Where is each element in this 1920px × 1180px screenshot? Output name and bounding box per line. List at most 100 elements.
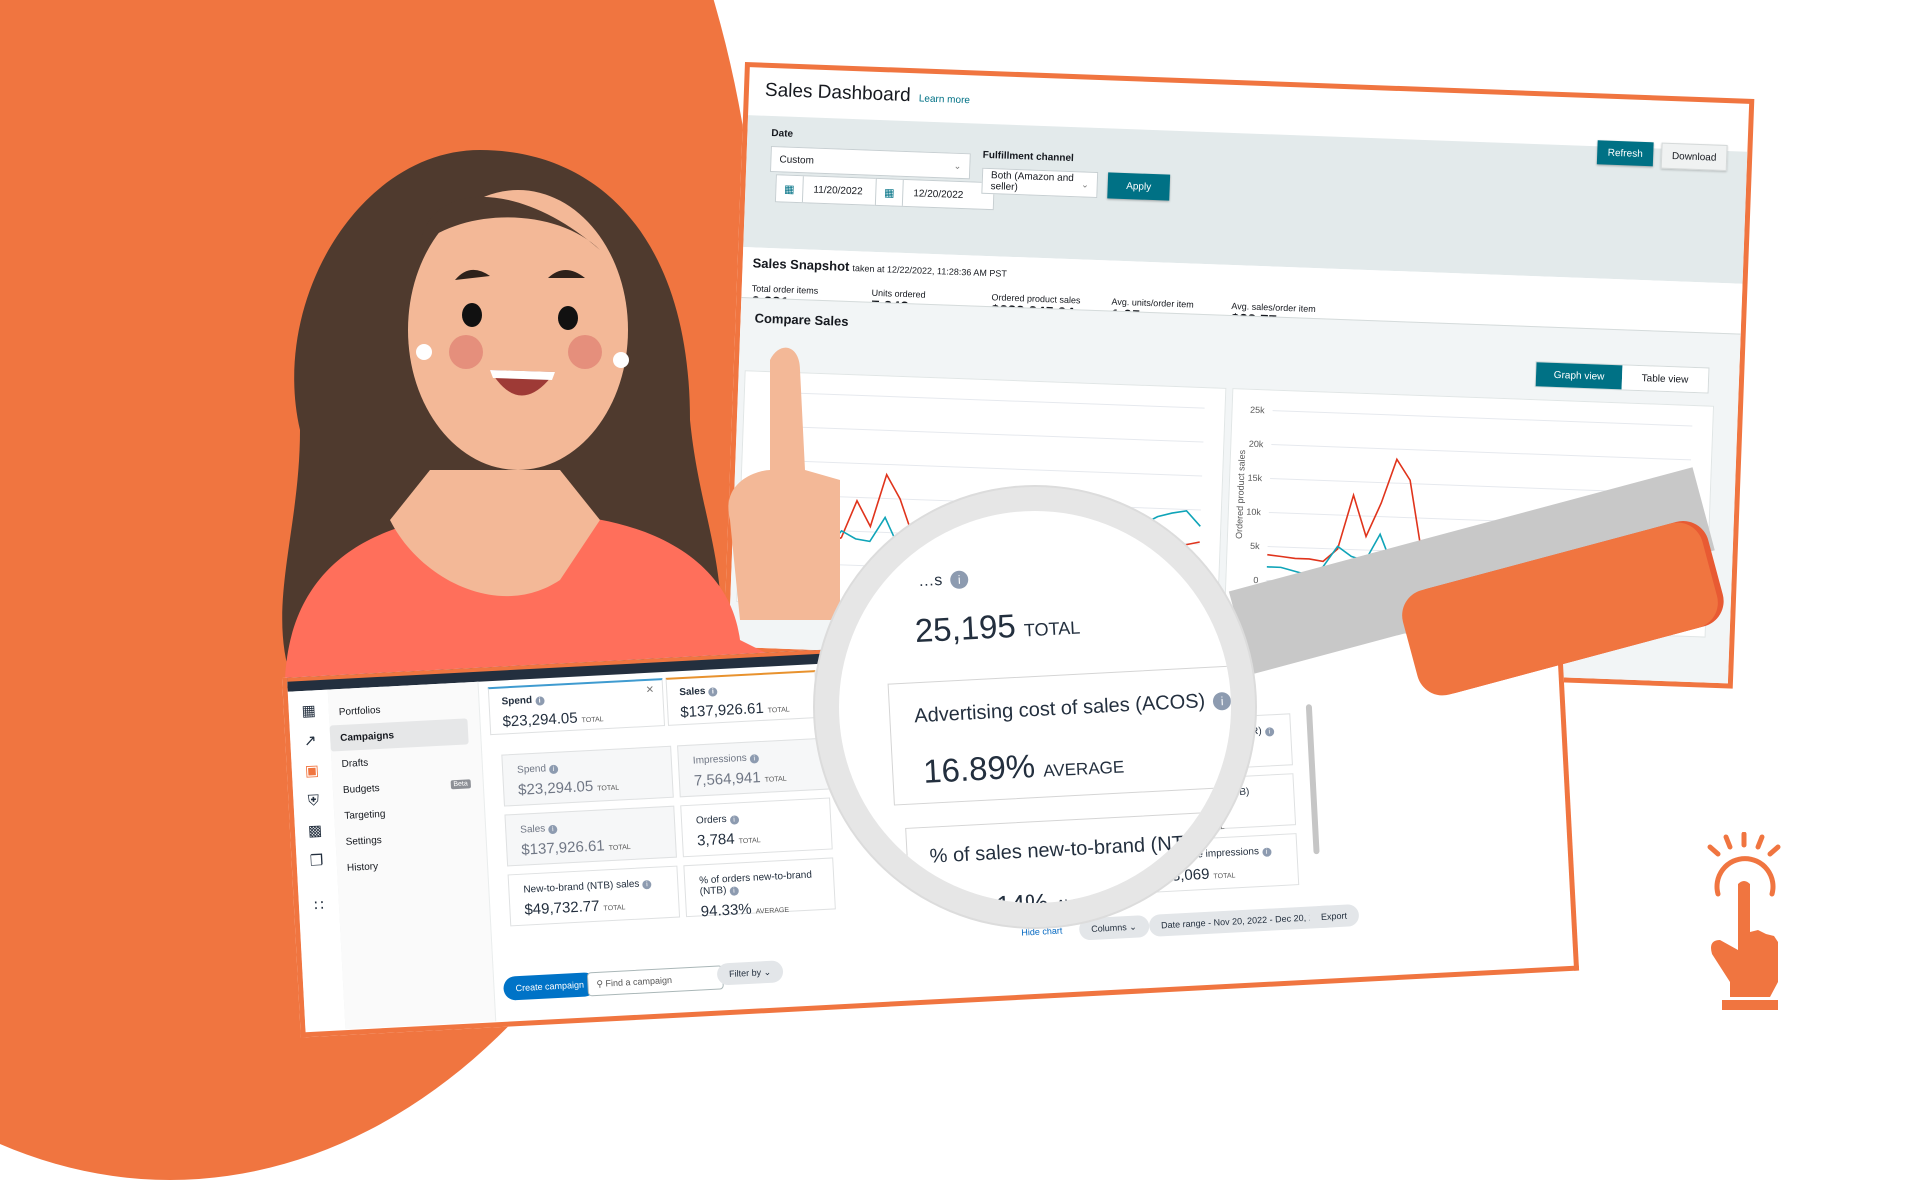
magnified-value: 25,195 (913, 606, 1017, 650)
apps-grid-icon[interactable]: ∷ (308, 895, 329, 916)
gridline (1271, 444, 1692, 461)
info-icon: i (1264, 727, 1274, 737)
tile-sales[interactable]: Sales i $137,926.61 TOTAL (504, 805, 677, 867)
magnified-top-label: …s i (918, 570, 969, 591)
table-view-tab[interactable]: Table view (1621, 365, 1709, 393)
view-toggle: Graph view Table view (1534, 361, 1710, 394)
y-tick-label: 25k (1250, 405, 1265, 416)
top-metric-spend[interactable]: Spend i $23,294.05 TOTAL ✕ (487, 678, 666, 736)
dashboard-icon[interactable]: ▦ (298, 700, 319, 721)
face (408, 190, 628, 470)
acos-unit: AVERAGE (1042, 757, 1125, 781)
chevron-down-icon: ⌄ (1128, 921, 1137, 932)
metric-unit: TOTAL (581, 716, 604, 725)
metric-unit: TOTAL (738, 837, 761, 846)
info-icon: i (729, 886, 739, 896)
sidebar-item-label: Budgets (342, 782, 380, 796)
gridline (1272, 410, 1693, 427)
acos-label: Advertising cost of sales (ACOS) (913, 690, 1206, 728)
tile-ntb-sales[interactable]: New-to-brand (NTB) sales i $49,732.77 TOTA… (507, 865, 681, 927)
filter-by-label: Filter by (728, 967, 762, 979)
info-icon: i (708, 687, 718, 697)
acos-value: 16.89% (922, 747, 1036, 790)
metric-label: Sales (520, 823, 546, 836)
learn-more-link[interactable]: Learn more (919, 93, 971, 106)
tile-ntb-orders-pct[interactable]: % of orders new-to-brand (NTB) i 94.33% AV… (683, 857, 836, 920)
apply-button[interactable]: Apply (1107, 172, 1171, 201)
metric-label: Orders (695, 813, 727, 827)
info-icon: i (548, 764, 559, 775)
y-tick-label: 5k (1250, 541, 1260, 551)
right-eye (558, 306, 578, 330)
trend-icon[interactable]: ↗ (300, 730, 321, 751)
fulfillment-select-value: Both (Amazon and seller) (990, 170, 1074, 194)
metric-value: $137,926.61 (679, 699, 765, 722)
y-tick-label: 10k (1246, 507, 1261, 518)
tile-orders[interactable]: Orders i 3,784 TOTAL (680, 797, 833, 858)
metric-unit: TOTAL (597, 784, 620, 793)
ntb-sales-pct-value: …14% (969, 887, 1050, 922)
beta-badge: Beta (450, 778, 472, 789)
y-axis-label: Ordered product sales (1234, 449, 1247, 539)
metric-value: $49,732.77 (524, 897, 600, 919)
hide-chart-link[interactable]: Hide chart (1021, 926, 1062, 938)
metric-unit: AVERAGE (755, 906, 790, 916)
info-icon: i (1212, 691, 1231, 711)
metric-value: 7,564,941 (693, 769, 762, 790)
reports-icon[interactable]: ▩ (305, 820, 326, 841)
metric-label: Spend (516, 763, 547, 776)
chevron-down-icon: ⌄ (763, 966, 772, 977)
metric-label: Sales (679, 685, 706, 699)
tile-impressions[interactable]: Impressions i 7,564,941 TOTAL (677, 737, 830, 798)
left-cheek (449, 335, 483, 369)
right-earring (613, 352, 629, 368)
metric-value: $23,294.05 (502, 709, 579, 731)
metric-label: Impressions (692, 752, 748, 767)
columns-label: Columns (1090, 922, 1127, 934)
metric-value: $137,926.61 (520, 837, 606, 859)
metric-unit: TOTAL (603, 904, 626, 913)
metric-unit: TOTAL (608, 843, 631, 853)
ntb-sales-pct-label: % of sales new-to-brand (NTB) (929, 831, 1205, 868)
fulfillment-label: Fulfillment channel (982, 149, 1075, 165)
y-tick-label: 15k (1247, 473, 1262, 484)
metric-unit: TOTAL (767, 706, 790, 715)
download-button[interactable]: Download (1660, 142, 1728, 172)
top-metric-sales[interactable]: Sales i $137,926.61 TOTAL (665, 670, 818, 726)
scrollbar[interactable] (1305, 704, 1320, 855)
info-icon: i (1261, 847, 1272, 857)
close-icon[interactable]: ✕ (645, 685, 654, 696)
magnified-label-text: …s (917, 571, 943, 591)
fulfillment-select[interactable]: Both (Amazon and seller) ⌄ (981, 167, 1099, 198)
magnified-unit: TOTAL (1023, 617, 1081, 641)
metric-value: 3,784 (696, 830, 736, 850)
chevron-down-icon: ⌄ (953, 160, 962, 171)
metric-label: % of orders new-to-brand (NTB) (698, 869, 813, 898)
left-earring (416, 344, 432, 360)
sidebar-nav: Portfolios Campaigns Drafts Budgets Beta… (327, 681, 497, 1030)
metric-value: 94.33% (700, 900, 753, 921)
graph-view-tab[interactable]: Graph view (1535, 362, 1623, 390)
magnified-top-value: 25,195 TOTAL (914, 604, 1081, 651)
info-icon: i (729, 815, 739, 825)
info-icon: i (534, 696, 545, 706)
left-eye (462, 303, 482, 327)
export-button[interactable]: Export (1308, 903, 1360, 929)
metric-unit: TOTAL (764, 775, 787, 784)
chevron-down-icon: ⌄ (1081, 178, 1089, 190)
tile-spend[interactable]: Spend i $23,294.05 TOTAL (501, 745, 674, 807)
media-icon[interactable]: ❐ (306, 850, 327, 871)
metric-value: $23,294.05 (517, 777, 594, 799)
metric-label: New-to-brand (NTB) sales (523, 878, 640, 896)
campaign-manager-icon[interactable]: ▣ (301, 760, 322, 781)
filter-by-dropdown[interactable]: Filter by ⌄ (716, 960, 784, 986)
brand-shield-icon[interactable]: ⛨ (303, 790, 324, 811)
create-campaign-button[interactable]: Create campaign (502, 972, 597, 1001)
tap-gesture-icon (1707, 832, 1781, 1010)
info-icon: i (949, 570, 969, 590)
right-cheek (568, 335, 602, 369)
metric-label: Spend (501, 694, 533, 708)
refresh-button[interactable]: Refresh (1596, 140, 1654, 167)
campaign-search-input[interactable]: ⚲ Find a campaign (586, 965, 724, 997)
end-date-value: 12/20/2022 (913, 187, 964, 201)
